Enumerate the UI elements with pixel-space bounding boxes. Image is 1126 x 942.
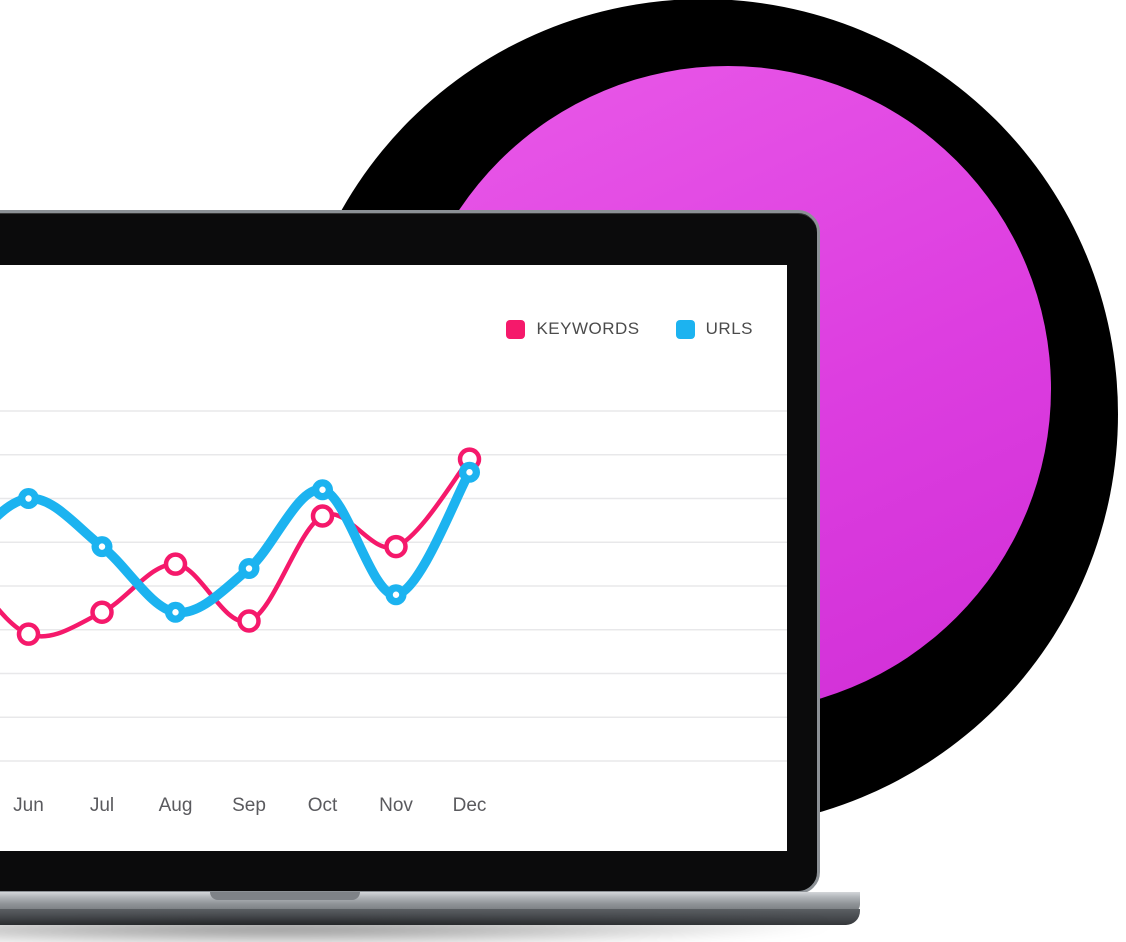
data-point-center [319,486,326,493]
data-point[interactable] [237,609,261,633]
data-point[interactable] [384,534,408,559]
legend-label-urls: URLS [705,319,753,338]
chart-x-axis-labels: MarAprMayJunJulAugSepOctNovDec [13,795,487,816]
data-point[interactable] [310,504,335,528]
x-axis-tick-label: Nov [379,795,413,816]
x-axis-tick-label: Sep [232,795,266,816]
legend-swatch-keywords-icon [506,319,526,339]
x-axis-tick-label: Jun [13,795,44,816]
x-axis-tick-label: Jul [90,795,114,816]
chart-plot-area[interactable]: MarAprMayJunJulAugSepOctNovDec [0,393,787,851]
x-axis-tick-label: Dec [453,795,487,816]
data-point[interactable] [90,600,114,624]
statistics-card: Statistics KEYWORDS URLS [0,265,787,851]
line-chart-svg: MarAprMayJunJulAugSepOctNovDec [0,410,787,816]
laptop-lid: Statistics KEYWORDS URLS [0,210,820,894]
laptop-drop-shadow [0,922,830,942]
data-point-center [392,591,400,598]
legend-item-urls[interactable]: URLS [675,319,753,339]
hero-composition: Statistics KEYWORDS URLS [0,0,1126,942]
data-point-center [466,469,473,476]
data-point-center [172,609,179,616]
laptop-mockup: Statistics KEYWORDS URLS [0,210,860,942]
chart-legend: KEYWORDS URLS [506,319,753,339]
data-point-center [25,495,32,502]
data-point-center [98,543,106,550]
card-header: Statistics KEYWORDS URLS [0,265,787,393]
legend-label-keywords: KEYWORDS [536,319,640,338]
x-axis-tick-label: Aug [159,795,193,816]
x-axis-tick-label: Oct [308,795,338,816]
data-point-center [245,565,253,572]
laptop-hinge-notch [210,892,360,900]
data-point[interactable] [163,552,188,576]
legend-swatch-urls-icon [675,319,695,339]
legend-item-keywords[interactable]: KEYWORDS [506,319,639,339]
data-point[interactable] [16,622,41,646]
series-line-keywords [0,456,472,639]
laptop-screen: Statistics KEYWORDS URLS [0,265,787,851]
